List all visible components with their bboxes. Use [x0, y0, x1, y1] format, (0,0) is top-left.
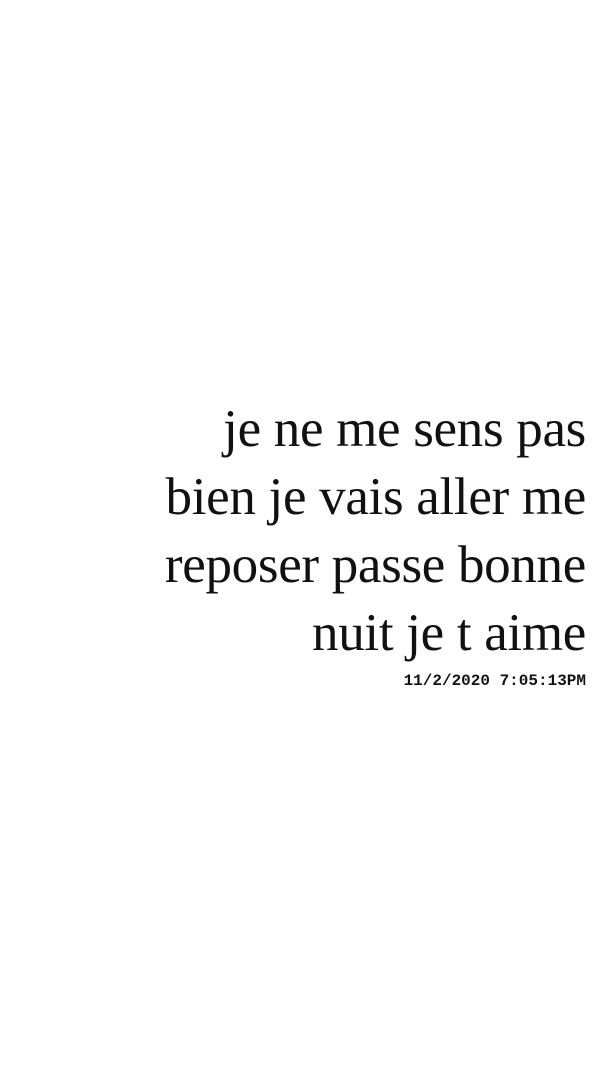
- message-line-4: nuit je t aime: [312, 604, 586, 662]
- message-line-2: bien je vais aller me: [165, 468, 587, 526]
- message-timestamp: 11/2/2020 7:05:13PM: [403, 672, 586, 690]
- message-text: je ne me sens pas bien je vais aller me …: [40, 395, 586, 667]
- message-line-1: je ne me sens pas: [223, 400, 586, 458]
- message-line-3: reposer passe bonne: [164, 536, 586, 594]
- message-block: je ne me sens pas bien je vais aller me …: [40, 395, 586, 691]
